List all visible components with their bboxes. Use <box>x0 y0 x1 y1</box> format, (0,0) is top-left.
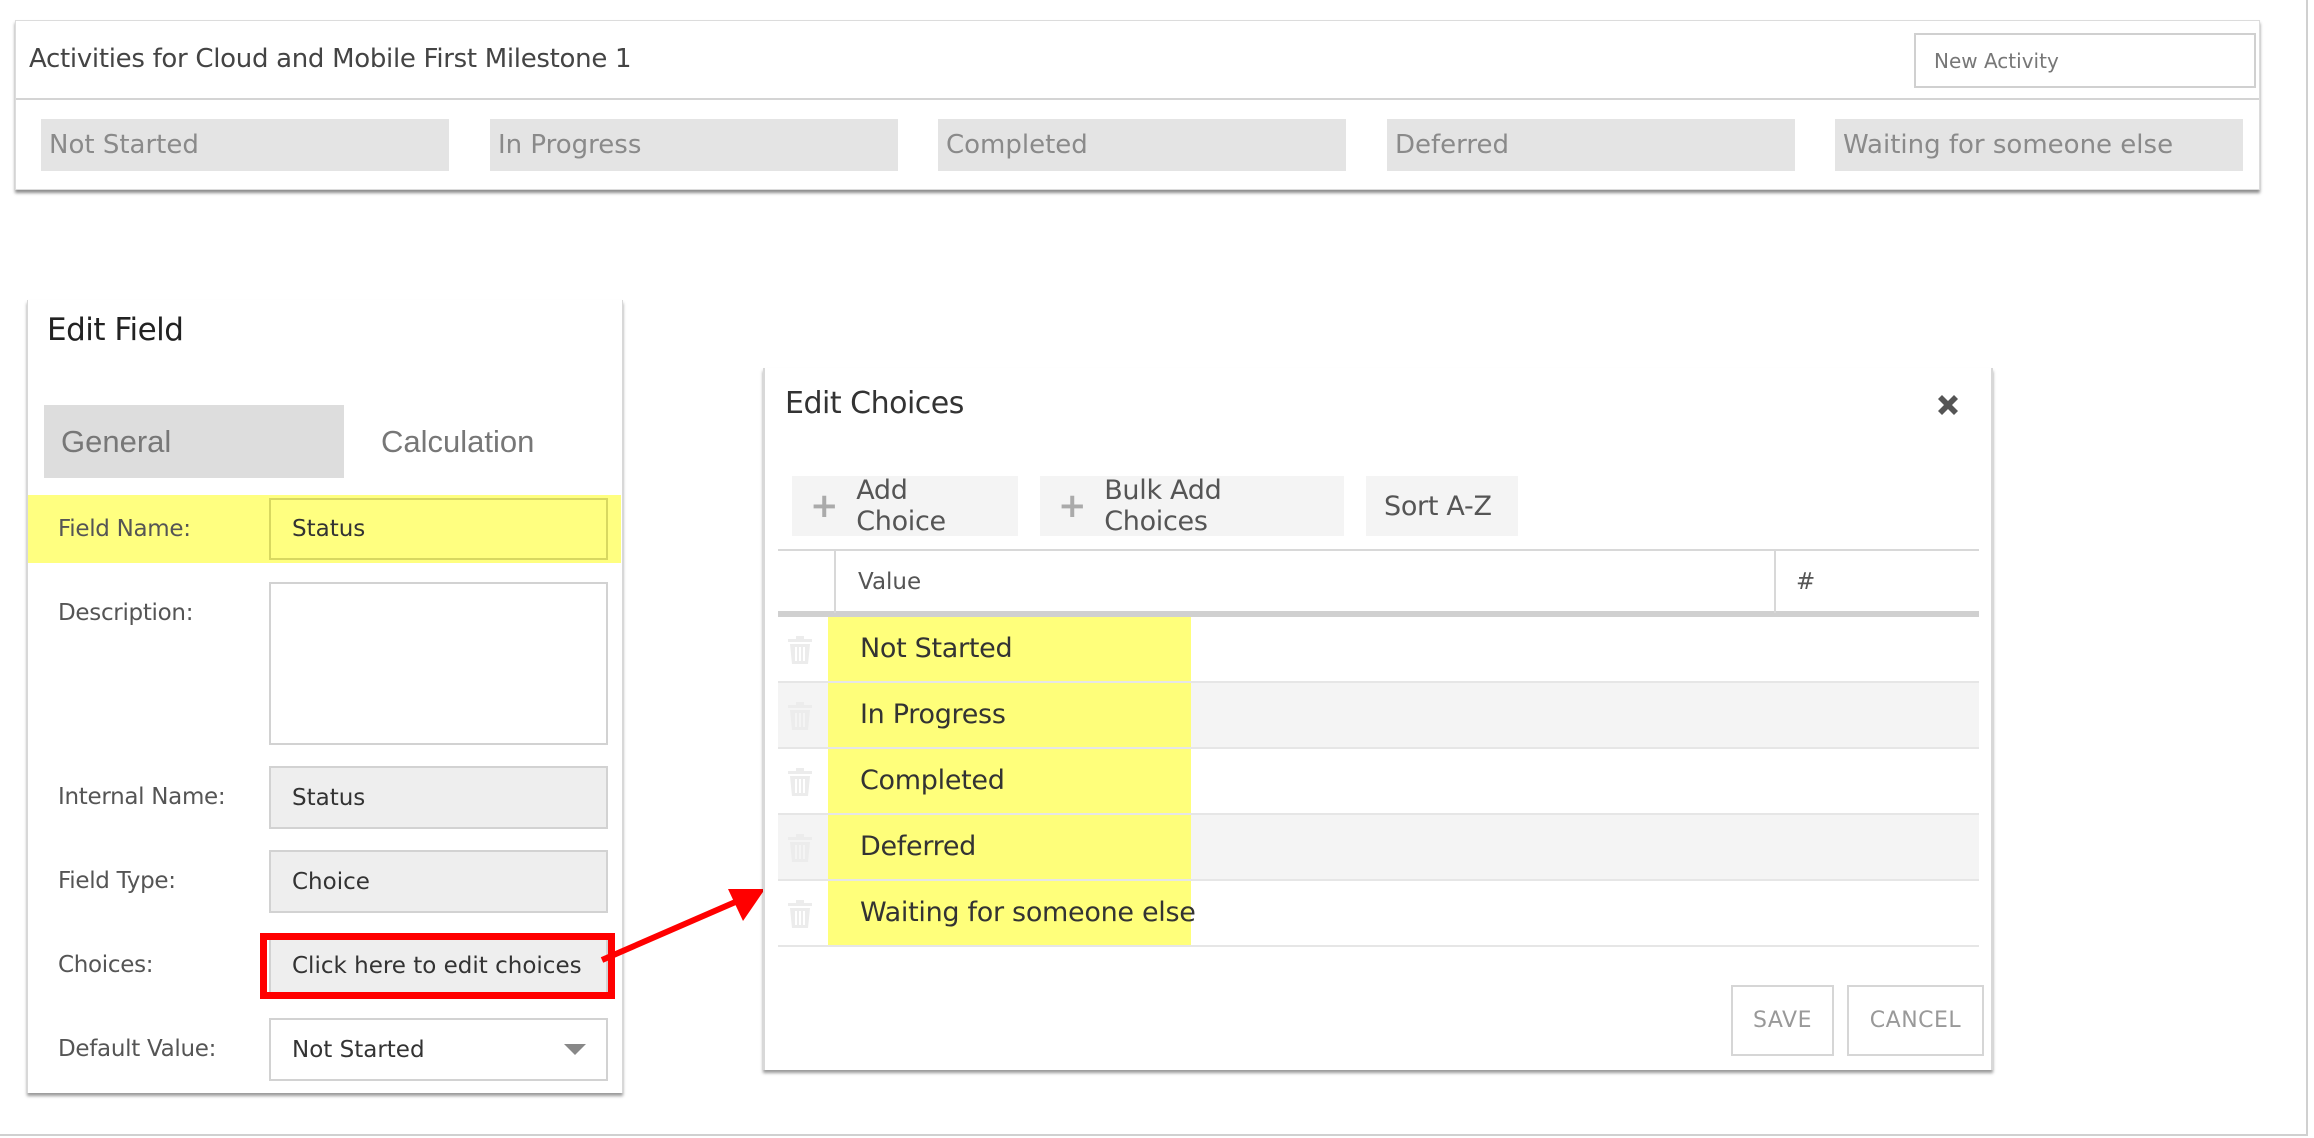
value-column-header[interactable]: Value <box>858 551 921 613</box>
save-button[interactable]: SAVE <box>1731 985 1834 1056</box>
status-column-not-started[interactable]: Not Started <box>41 119 449 171</box>
default-value-select[interactable]: Not Started <box>269 1018 608 1081</box>
choices-rows: Not Started In Progress Completed Deferr… <box>778 617 1979 947</box>
choices-grid: Value # Not Started In Progress Complete… <box>778 549 1979 947</box>
trash-icon[interactable] <box>786 634 814 666</box>
choices-label: Choices: <box>58 952 154 978</box>
add-choice-button[interactable]: + Add Choice <box>792 475 1018 537</box>
trash-icon[interactable] <box>786 898 814 930</box>
bulk-add-choices-button[interactable]: + Bulk Add Choices <box>1040 475 1344 537</box>
column-divider <box>1774 551 1776 613</box>
field-type-label: Field Type: <box>58 868 176 894</box>
trash-icon[interactable] <box>786 832 814 864</box>
panel-divider <box>16 98 2259 100</box>
choice-row[interactable]: Completed <box>778 749 1979 815</box>
choice-value: Completed <box>860 765 1005 796</box>
status-column-completed[interactable]: Completed <box>938 119 1346 171</box>
plus-icon: + <box>810 486 839 526</box>
close-icon[interactable] <box>1933 390 1963 420</box>
activities-panel: Activities for Cloud and Mobile First Mi… <box>15 20 2260 190</box>
edit-field-panel: Edit Field General Calculation Field Nam… <box>27 300 623 1093</box>
internal-name-value: Status <box>292 784 366 811</box>
trash-icon[interactable] <box>786 766 814 798</box>
bulk-add-label: Bulk Add Choices <box>1104 475 1222 537</box>
description-label: Description: <box>58 600 194 626</box>
default-value-text: Not Started <box>292 1036 425 1063</box>
internal-name-label: Internal Name: <box>58 784 226 810</box>
field-type-input: Choice <box>269 850 608 913</box>
add-choice-label: Add Choice <box>856 475 946 537</box>
activities-title: Activities for Cloud and Mobile First Mi… <box>29 44 632 74</box>
choice-row[interactable]: Waiting for someone else <box>778 881 1979 947</box>
number-column-header[interactable]: # <box>1796 551 1815 613</box>
choice-value: Not Started <box>860 633 1013 664</box>
edit-field-title: Edit Field <box>47 312 184 348</box>
choice-row[interactable]: In Progress <box>778 683 1979 749</box>
grid-header: Value # <box>778 549 1979 617</box>
choice-value: Deferred <box>860 831 977 862</box>
field-type-value: Choice <box>292 868 370 895</box>
status-column-waiting[interactable]: Waiting for someone else <box>1835 119 2243 171</box>
choice-row[interactable]: Deferred <box>778 815 1979 881</box>
edit-choices-title: Edit Choices <box>785 386 964 421</box>
tab-calculation[interactable]: Calculation <box>381 405 534 478</box>
field-name-input[interactable]: Status <box>269 498 608 560</box>
description-textarea[interactable] <box>269 582 608 745</box>
column-divider <box>834 551 836 613</box>
sort-label: Sort A-Z <box>1384 490 1492 522</box>
cancel-button[interactable]: CANCEL <box>1847 985 1984 1056</box>
new-activity-input[interactable] <box>1914 33 2256 88</box>
trash-icon[interactable] <box>786 700 814 732</box>
field-name-value: Status <box>292 516 366 542</box>
default-value-label: Default Value: <box>58 1036 217 1062</box>
choice-row[interactable]: Not Started <box>778 617 1979 683</box>
choice-value: Waiting for someone else <box>860 897 1196 928</box>
choices-callout-box <box>260 933 615 999</box>
choice-value: In Progress <box>860 699 1006 730</box>
chevron-down-icon <box>564 1044 586 1055</box>
arrow-shaft <box>600 897 742 963</box>
tab-general[interactable]: General <box>44 405 344 478</box>
edit-choices-dialog: Edit Choices + Add Choice + Bulk Add Cho… <box>763 368 1993 1070</box>
field-name-label: Field Name: <box>58 516 191 542</box>
plus-icon: + <box>1058 486 1087 526</box>
callout-arrow-icon <box>600 889 765 963</box>
status-column-in-progress[interactable]: In Progress <box>490 119 898 171</box>
internal-name-input: Status <box>269 766 608 829</box>
sort-a-z-button[interactable]: Sort A-Z <box>1366 476 1518 536</box>
status-column-deferred[interactable]: Deferred <box>1387 119 1795 171</box>
